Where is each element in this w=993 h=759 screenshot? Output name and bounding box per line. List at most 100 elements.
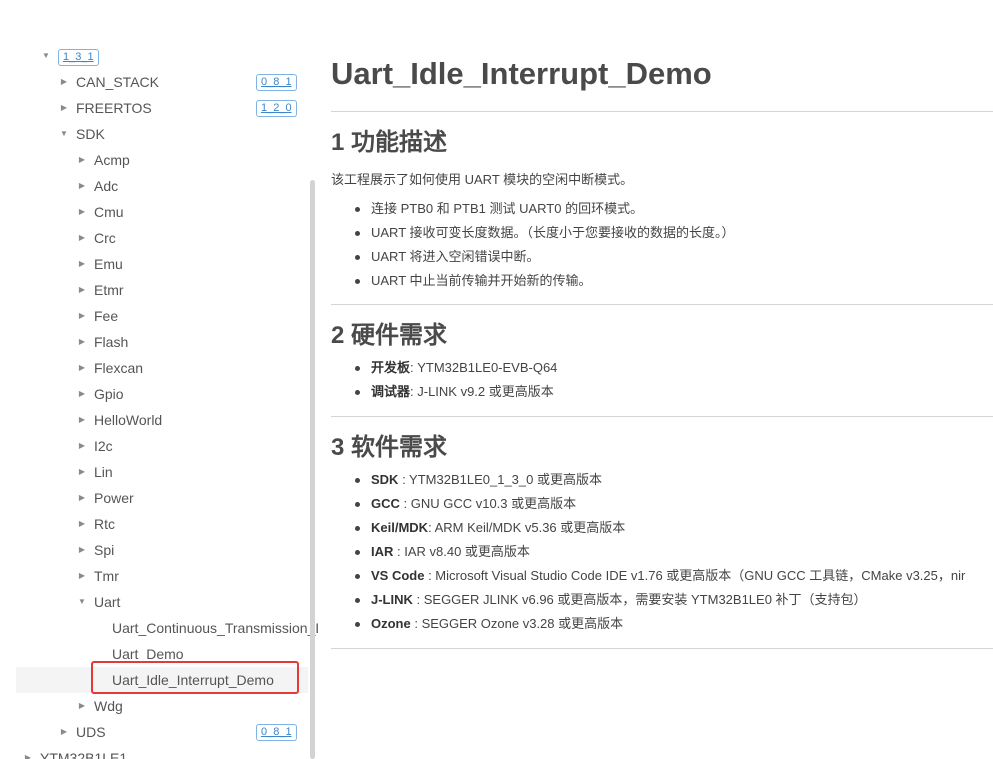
list-item: IAR : IAR v8.40 或更高版本 [353, 540, 965, 564]
tree-node-sdk-item[interactable]: ▶ Spi [0, 537, 308, 563]
tree-node-sdk-item[interactable]: ▶ Etmr [0, 277, 308, 303]
version-badge[interactable]: 1_3_1 [58, 49, 99, 66]
tree-node-label: UDS [76, 724, 106, 740]
caret-right-icon[interactable]: ▶ [59, 719, 69, 745]
tree-node-sdk-item[interactable]: ▶ Rtc [0, 511, 308, 537]
tree-node-freertos[interactable]: ▶ FREERTOS 1_2_0 [0, 95, 308, 121]
caret-right-icon[interactable]: ▶ [77, 563, 87, 589]
caret-down-icon[interactable]: ▼ [41, 43, 51, 69]
tree-node-sdk-item[interactable]: ▶ Tmr [0, 563, 308, 589]
caret-right-icon[interactable]: ▶ [77, 459, 87, 485]
caret-down-icon[interactable]: ▼ [77, 589, 87, 615]
tree-node-label: FREERTOS [76, 100, 152, 116]
list-item-value: : Microsoft Visual Studio Code IDE v1.76… [424, 568, 966, 583]
tree-node-sdk-item[interactable]: ▶ Lin [0, 459, 308, 485]
section-intro: 该工程展示了如何使用 UART 模块的空闲中断模式。 [331, 172, 634, 187]
caret-right-icon[interactable]: ▶ [77, 277, 87, 303]
tree-node-sdk[interactable]: ▼ SDK [0, 121, 308, 147]
list-item-value: : IAR v8.40 或更高版本 [393, 544, 530, 559]
tree-node-sdk-item[interactable]: ▶ Cmu [0, 199, 308, 225]
document-content: Uart_Idle_Interrupt_Demo 1 功能描述 该工程展示了如何… [331, 0, 993, 759]
list-item-key: 调试器 [371, 384, 411, 399]
sidebar-scrollbar[interactable] [310, 180, 315, 759]
caret-right-icon[interactable]: ▶ [77, 303, 87, 329]
tree-node-label: YTM32B1LE1 [40, 750, 128, 759]
tree-node-label: I2c [94, 438, 113, 454]
version-badge[interactable]: 0_8_1 [256, 74, 297, 91]
tree-leaf-uart-continuous[interactable]: Uart_Continuous_Transmission_D [0, 615, 318, 641]
list-item-value: : YTM32B1LE0-EVB-Q64 [410, 360, 558, 375]
tree-node-label: Uart [94, 594, 121, 610]
caret-right-icon[interactable]: ▶ [59, 95, 69, 121]
tree-node-sdk-item[interactable]: ▶ Emu [0, 251, 308, 277]
tree-node-can-stack[interactable]: ▶ CAN_STACK 0_8_1 [0, 69, 308, 95]
caret-right-icon[interactable]: ▶ [77, 537, 87, 563]
tree-node-uds[interactable]: ▶ UDS 0_8_1 [0, 719, 308, 745]
tree-node-next-root[interactable]: ▶ YTM32B1LE1 [0, 745, 308, 759]
tree-node-label: Fee [94, 308, 119, 324]
list-item-key: J-LINK [371, 592, 413, 607]
divider [331, 648, 993, 649]
caret-right-icon[interactable]: ▶ [77, 225, 87, 251]
tree-node-sdk-item[interactable]: ▶ Adc [0, 173, 308, 199]
tree-node-label: Spi [94, 542, 115, 558]
caret-right-icon[interactable]: ▶ [77, 407, 87, 433]
tree-node-uart[interactable]: ▼ Uart [0, 589, 308, 615]
caret-right-icon[interactable]: ▶ [77, 693, 87, 719]
tree-node-sdk-item[interactable]: ▶ Power [0, 485, 308, 511]
tree-node-label: Power [94, 490, 134, 506]
caret-right-icon[interactable]: ▶ [77, 147, 87, 173]
tree-leaf-label: Uart_Continuous_Transmission_D [112, 620, 318, 636]
tree-node-label: Cmu [94, 204, 124, 220]
list-item: UART 将进入空闲错误中断。 [353, 245, 735, 269]
tree-node-label: Gpio [94, 386, 124, 402]
tree-node-label: Lin [94, 464, 113, 480]
caret-right-icon[interactable]: ▶ [77, 329, 87, 355]
list-item: 连接 PTB0 和 PTB1 测试 UART0 的回环模式。 [353, 197, 735, 221]
version-badge[interactable]: 1_2_0 [256, 100, 297, 117]
caret-down-icon[interactable]: ▼ [59, 121, 69, 147]
caret-right-icon[interactable]: ▶ [77, 485, 87, 511]
caret-right-icon[interactable]: ▶ [77, 433, 87, 459]
list-item: 调试器: J-LINK v9.2 或更高版本 [353, 380, 557, 404]
caret-right-icon[interactable]: ▶ [77, 381, 87, 407]
tree-node-version[interactable]: ▼ 1_3_1 [0, 43, 308, 69]
list-item-key: 开发板 [371, 360, 411, 375]
tree-node-sdk-item[interactable]: ▶ I2c [0, 433, 308, 459]
list-item-value: : GNU GCC v10.3 或更高版本 [399, 496, 577, 511]
list-item: Ozone : SEGGER Ozone v3.28 或更高版本 [353, 612, 965, 636]
tree-node-sdk-item[interactable]: ▶ Flash [0, 329, 308, 355]
section-heading-function: 1 功能描述 [331, 129, 448, 156]
list-item-key: Keil/MDK [371, 520, 429, 535]
list-item: UART 中止当前传输并开始新的传输。 [353, 269, 735, 293]
caret-right-icon[interactable]: ▶ [59, 69, 69, 95]
caret-right-icon[interactable]: ▶ [77, 511, 87, 537]
tree-node-sdk-item[interactable]: ▶ Crc [0, 225, 308, 251]
tree-node-label: Tmr [94, 568, 119, 584]
tree-node-wdg[interactable]: ▶ Wdg [0, 693, 308, 719]
caret-right-icon[interactable]: ▶ [77, 251, 87, 277]
list-item: SDK : YTM32B1LE0_1_3_0 或更高版本 [353, 468, 965, 492]
list-item-value: : ARM Keil/MDK v5.36 或更高版本 [428, 520, 626, 535]
tree-node-label: Crc [94, 230, 116, 246]
tree-node-label: Rtc [94, 516, 115, 532]
tree-node-sdk-item[interactable]: ▶ Flexcan [0, 355, 308, 381]
tree-node-sdk-item[interactable]: ▶ HelloWorld [0, 407, 308, 433]
tree-node-label: SDK [76, 126, 105, 142]
tree-node-sdk-item[interactable]: ▶ Gpio [0, 381, 308, 407]
tree-node-sdk-item[interactable]: ▶ Fee [0, 303, 308, 329]
version-badge[interactable]: 0_8_1 [256, 724, 297, 741]
caret-right-icon[interactable]: ▶ [77, 173, 87, 199]
list-item-value: : SEGGER JLINK v6.96 或更高版本，需要安装 YTM32B1L… [412, 592, 867, 607]
tree-node-label: CAN_STACK [76, 74, 159, 90]
caret-right-icon[interactable]: ▶ [77, 355, 87, 381]
caret-right-icon[interactable]: ▶ [23, 745, 33, 759]
list-item: VS Code : Microsoft Visual Studio Code I… [353, 564, 965, 588]
software-list: SDK : YTM32B1LE0_1_3_0 或更高版本 GCC : GNU G… [353, 468, 965, 636]
list-item-key: Ozone [371, 616, 411, 631]
tree-node-sdk-item[interactable]: ▶ Acmp [0, 147, 308, 173]
function-list: 连接 PTB0 和 PTB1 测试 UART0 的回环模式。 UART 接收可变… [353, 197, 735, 293]
list-item: Keil/MDK: ARM Keil/MDK v5.36 或更高版本 [353, 516, 965, 540]
caret-right-icon[interactable]: ▶ [77, 199, 87, 225]
tree-node-label: Flexcan [94, 360, 144, 376]
